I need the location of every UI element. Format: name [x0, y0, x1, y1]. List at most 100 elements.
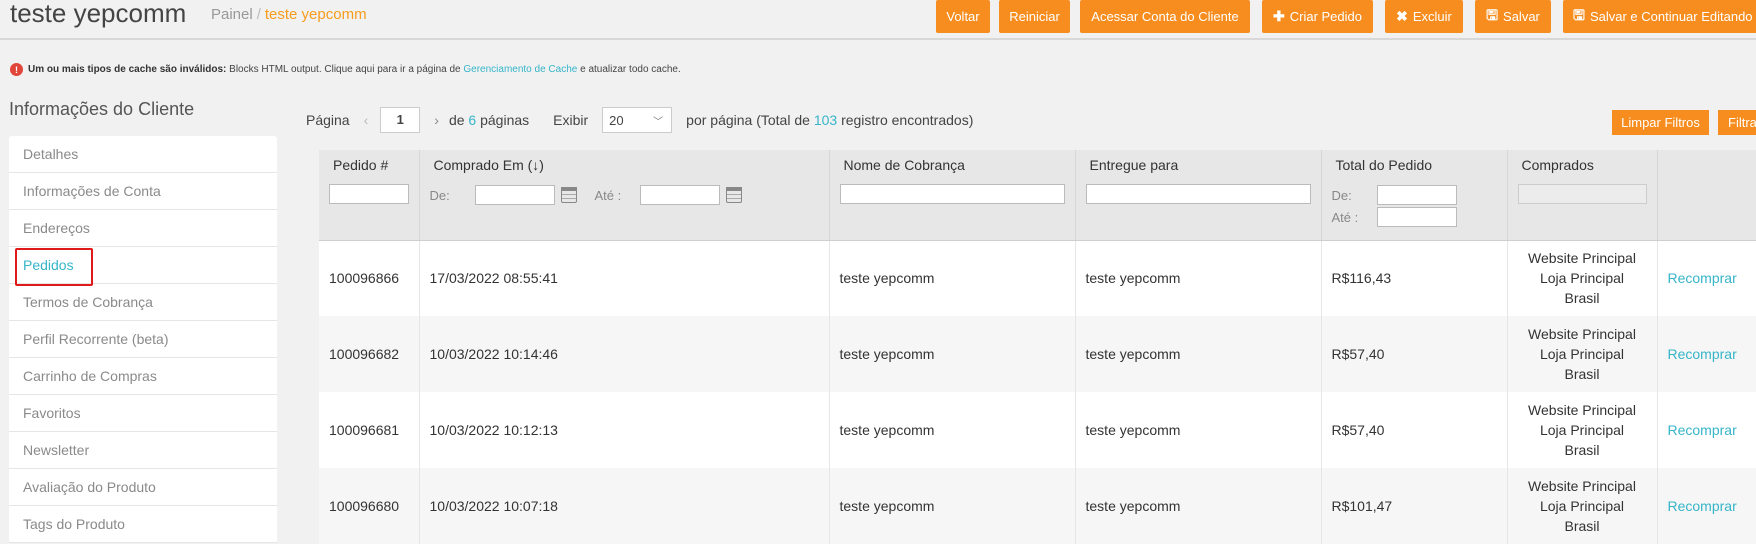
filter-button[interactable]: Filtrar — [1718, 110, 1756, 135]
sidebar-item-newsletter[interactable]: Newsletter — [9, 432, 277, 469]
order-number: 100096681 — [319, 392, 420, 468]
reorder-link[interactable]: Recomprar — [1668, 422, 1737, 438]
calendar-icon[interactable] — [560, 187, 577, 203]
sidebar-item-billing-agreements[interactable]: Termos de Cobrança — [9, 284, 277, 321]
sidebar-item-product-reviews[interactable]: Avaliação do Produto — [9, 469, 277, 506]
sidebar-item-shopping-cart[interactable]: Carrinho de Compras — [9, 358, 277, 395]
order-total: R$57,40 — [1321, 316, 1508, 392]
sidebar-item-recurring-profile[interactable]: Perfil Recorrente (beta) — [9, 321, 277, 358]
filter-bought-select[interactable] — [1517, 184, 1647, 204]
column-order-total[interactable]: Total do Pedido — [1321, 150, 1508, 180]
sidebar-item-account-info[interactable]: Informações de Conta — [9, 173, 277, 210]
filter-cell-total: De: Até : — [1321, 180, 1508, 241]
bill-to-name: teste yepcomm — [829, 392, 1076, 468]
action-cell: Recomprar — [1657, 468, 1756, 544]
total-from-label: De: — [1331, 187, 1352, 203]
floppy-icon: 🖫 — [1573, 6, 1585, 23]
table-row[interactable]: 100096682 10/03/2022 10:14:46 teste yepc… — [319, 316, 1756, 392]
purchased-from: Website Principal Loja Principal Brasil — [1507, 392, 1658, 468]
chevron-left-icon[interactable]: ‹ — [364, 112, 369, 128]
sidebar-item-orders[interactable]: Pedidos — [9, 247, 277, 286]
sidebar-item-product-tags[interactable]: Tags do Produto — [9, 506, 277, 543]
store-view-name: Brasil — [1564, 518, 1600, 534]
delete-label: Excluir — [1412, 9, 1452, 24]
date-from-input[interactable] — [474, 185, 555, 205]
page-number-input[interactable]: 1 — [380, 107, 421, 133]
column-purchased-from[interactable]: Comprados — [1507, 150, 1658, 180]
table-row[interactable]: 100096681 10/03/2022 10:12:13 teste yepc… — [319, 392, 1756, 468]
reorder-link[interactable]: Recomprar — [1668, 270, 1737, 286]
login-as-customer-button[interactable]: Acessar Conta do Cliente — [1080, 0, 1250, 33]
save-button[interactable]: 🖫 Salvar — [1475, 0, 1551, 33]
order-number: 100096682 — [319, 316, 420, 392]
filter-billing-input[interactable] — [839, 184, 1065, 204]
filter-order-input[interactable] — [329, 184, 409, 204]
purchased-on: 10/03/2022 10:14:46 — [419, 316, 830, 392]
ship-to-name: teste yepcomm — [1075, 392, 1322, 468]
reset-button[interactable]: Reiniciar — [999, 0, 1070, 33]
purchased-on: 10/03/2022 10:12:13 — [419, 392, 830, 468]
date-to-input[interactable] — [639, 185, 720, 205]
pager: Página ‹ 1 › de 6 páginas Exibir 20 ﹀ por… — [306, 107, 973, 133]
reorder-link[interactable]: Recomprar — [1668, 346, 1737, 362]
column-purchased-on[interactable]: Comprado Em (↓) — [419, 150, 830, 180]
save-continue-button[interactable]: 🖫 Salvar e Continuar Editando — [1563, 0, 1756, 33]
back-button[interactable]: Voltar — [936, 0, 990, 33]
store-view-name: Brasil — [1564, 366, 1600, 382]
total-to-input[interactable] — [1376, 207, 1457, 227]
delete-button[interactable]: ✖ Excluir — [1385, 0, 1463, 33]
chevron-down-icon: ﹀ — [653, 116, 664, 128]
total-to-label: Até : — [1331, 209, 1359, 225]
action-cell: Recomprar — [1657, 316, 1756, 392]
total-pages: 6 — [468, 112, 477, 128]
cache-warning-text: Um ou mais tipos de cache são inválidos:… — [28, 64, 681, 75]
breadcrumb-separator: / — [256, 6, 261, 23]
page-label: Página — [306, 112, 350, 128]
save-continue-label: Salvar e Continuar Editando — [1589, 9, 1753, 24]
total-from-input[interactable] — [1376, 185, 1457, 205]
orders-grid: Pedido # Comprado Em (↓) Nome de Cobranç… — [319, 150, 1756, 544]
chevron-right-icon[interactable]: › — [434, 112, 439, 128]
per-page-label: por página (Total de — [686, 112, 810, 128]
sidebar-item-details[interactable]: Detalhes — [9, 136, 277, 173]
sidebar-item-wishlist[interactable]: Favoritos — [9, 395, 277, 432]
purchased-on: 17/03/2022 08:55:41 — [419, 240, 830, 316]
date-from-label: De: — [429, 187, 450, 203]
order-total: R$101,47 — [1321, 468, 1508, 544]
cache-management-link[interactable]: Gerenciamento de Cache — [463, 64, 577, 75]
column-ship-to-name[interactable]: Entregue para — [1075, 150, 1322, 180]
bill-to-name: teste yepcomm — [829, 240, 1076, 316]
bill-to-name: teste yepcomm — [829, 316, 1076, 392]
purchased-from: Website Principal Loja Principal Brasil — [1507, 240, 1658, 316]
filter-cell-order — [319, 180, 420, 241]
page-title: teste yepcomm — [10, 0, 187, 28]
pages-label: páginas — [480, 112, 530, 128]
error-icon: ! — [10, 63, 23, 76]
bill-to-name: teste yepcomm — [829, 468, 1076, 544]
per-page-select[interactable]: 20 ﹀ — [602, 107, 673, 133]
table-row[interactable]: 100096866 17/03/2022 08:55:41 teste yepc… — [319, 240, 1756, 316]
create-order-button[interactable]: ✚ Criar Pedido — [1262, 0, 1373, 33]
column-bill-to-name[interactable]: Nome de Cobrança — [829, 150, 1076, 180]
breadcrumb-home[interactable]: Painel — [211, 6, 253, 23]
purchased-on: 10/03/2022 10:07:18 — [419, 468, 830, 544]
ship-to-name: teste yepcomm — [1075, 316, 1322, 392]
purchased-from: Website Principal Loja Principal Brasil — [1507, 316, 1658, 392]
table-row[interactable]: 100096680 10/03/2022 10:07:18 teste yepc… — [319, 468, 1756, 544]
store-name: Loja Principal — [1539, 270, 1625, 287]
back-button-label: Voltar — [946, 9, 980, 24]
website-name: Website Principal — [1528, 402, 1636, 418]
cache-warning-bold: Um ou mais tipos de cache são inválidos: — [28, 64, 227, 75]
clear-filters-button[interactable]: Limpar Filtros — [1612, 110, 1709, 135]
date-range: De: Até : — [430, 184, 819, 206]
show-label: Exibir — [553, 112, 589, 128]
calendar-icon[interactable] — [725, 187, 742, 203]
reorder-link[interactable]: Recomprar — [1668, 498, 1737, 514]
column-order-number[interactable]: Pedido # — [319, 150, 420, 180]
filter-shipping-input[interactable] — [1085, 184, 1311, 204]
ship-to-name: teste yepcomm — [1075, 240, 1322, 316]
order-number: 100096680 — [319, 468, 420, 544]
order-number: 100096866 — [319, 240, 420, 316]
website-name: Website Principal — [1528, 326, 1636, 342]
sidebar-item-addresses[interactable]: Endereços — [9, 210, 277, 247]
